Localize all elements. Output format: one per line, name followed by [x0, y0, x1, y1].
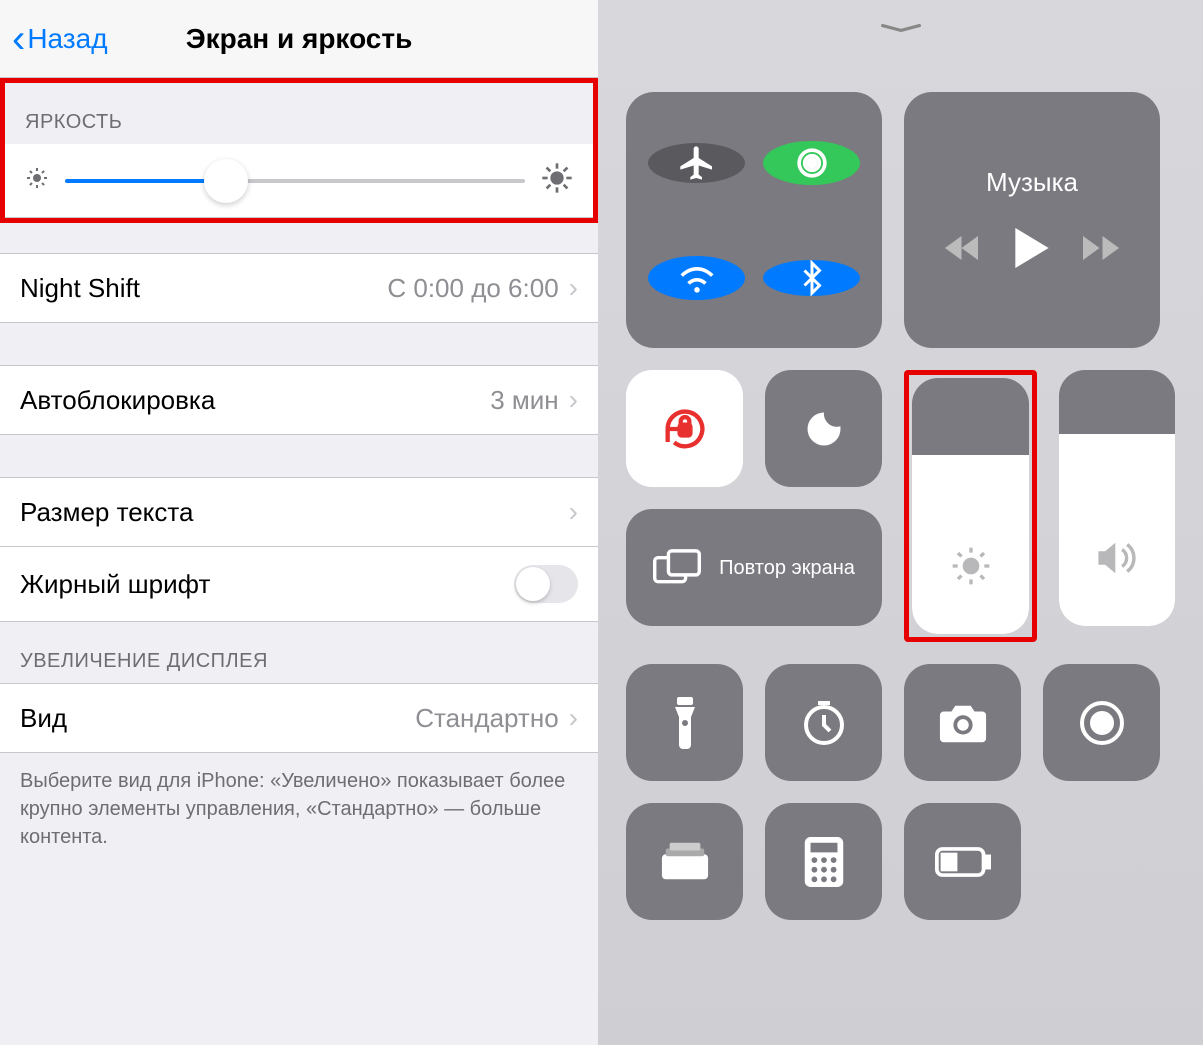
display-zoom-header: УВЕЛИЧЕНИЕ ДИСПЛЕЯ [0, 622, 598, 683]
bold-text-switch[interactable] [514, 565, 578, 603]
text-size-label: Размер текста [20, 497, 193, 528]
chevron-right-icon: › [569, 384, 578, 416]
wifi-button[interactable] [648, 256, 745, 300]
next-button[interactable] [1083, 234, 1119, 267]
wallet-button[interactable] [626, 803, 743, 920]
highlight-brightness: ЯРКОСТЬ [0, 78, 598, 223]
brightness-high-icon [541, 162, 573, 199]
slider-thumb[interactable] [204, 159, 248, 203]
text-size-row[interactable]: Размер текста › [0, 477, 598, 547]
cellular-button[interactable] [763, 141, 860, 185]
volume-icon [1095, 538, 1139, 578]
low-power-button[interactable] [904, 803, 1021, 920]
brightness-slider[interactable] [912, 378, 1029, 634]
flashlight-button[interactable] [626, 664, 743, 781]
volume-fill [1059, 434, 1175, 626]
orientation-lock-button[interactable] [626, 370, 743, 487]
control-center: Музыка [598, 0, 1203, 1045]
brightness-slider-cell [5, 144, 593, 218]
volume-slider[interactable] [1059, 370, 1175, 626]
media-module[interactable]: Музыка [904, 92, 1160, 348]
do-not-disturb-button[interactable] [765, 370, 882, 487]
media-title: Музыка [986, 167, 1078, 198]
footer-text: Выберите вид для iPhone: «Увеличено» пок… [0, 753, 598, 865]
chevron-left-icon: ‹ [12, 19, 25, 59]
connectivity-module [626, 92, 882, 348]
screen-mirror-label: Повтор экрана [719, 556, 855, 580]
view-value: Стандартно [415, 703, 558, 734]
header: ‹ Назад Экран и яркость [0, 0, 598, 78]
autolock-label: Автоблокировка [20, 385, 215, 416]
back-button[interactable]: ‹ Назад [12, 19, 108, 59]
back-label: Назад [27, 23, 107, 55]
grabber-icon[interactable] [876, 24, 926, 32]
previous-button[interactable] [945, 234, 981, 267]
bold-text-label: Жирный шрифт [20, 569, 210, 600]
settings-screen: ‹ Назад Экран и яркость ЯРКОСТЬ Night Sh… [0, 0, 598, 1045]
bluetooth-button[interactable] [763, 260, 860, 296]
night-shift-value: С 0:00 до 6:00 [387, 273, 558, 304]
autolock-value: 3 мин [490, 385, 558, 416]
night-shift-label: Night Shift [20, 273, 140, 304]
view-label: Вид [20, 703, 67, 734]
switch-knob [516, 567, 550, 601]
brightness-icon [951, 546, 991, 586]
chevron-right-icon: › [569, 702, 578, 734]
view-row[interactable]: Вид Стандартно › [0, 683, 598, 753]
brightness-header: ЯРКОСТЬ [5, 83, 593, 144]
night-shift-row[interactable]: Night Shift С 0:00 до 6:00 › [0, 253, 598, 323]
screen-record-button[interactable] [1043, 664, 1160, 781]
play-button[interactable] [1015, 228, 1049, 273]
timer-button[interactable] [765, 664, 882, 781]
brightness-slider[interactable] [65, 179, 525, 183]
bold-text-row: Жирный шрифт [0, 547, 598, 622]
chevron-right-icon: › [569, 496, 578, 528]
brightness-low-icon [25, 166, 49, 195]
brightness-fill [912, 455, 1029, 634]
camera-button[interactable] [904, 664, 1021, 781]
highlight-brightness-slider [904, 370, 1037, 642]
chevron-right-icon: › [569, 272, 578, 304]
media-controls [945, 228, 1119, 273]
calculator-button[interactable] [765, 803, 882, 920]
page-title: Экран и яркость [186, 23, 413, 55]
autolock-row[interactable]: Автоблокировка 3 мин › [0, 365, 598, 435]
screen-mirror-button[interactable]: Повтор экрана [626, 509, 882, 626]
airplane-mode-button[interactable] [648, 143, 745, 183]
